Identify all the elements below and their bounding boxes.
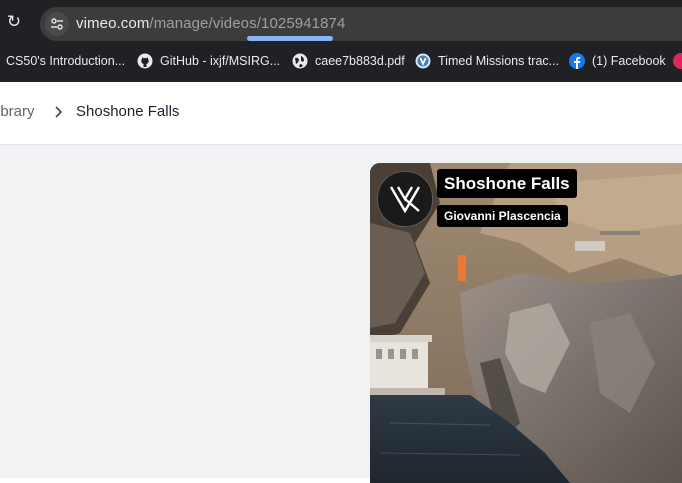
url-text[interactable]: vimeo.com/manage/videos/1025941874 [76,15,345,32]
bookmark-github[interactable]: GitHub - ixjf/MSIRG... [137,46,280,76]
url-path: /manage/videos/ [149,15,261,32]
url-host: vimeo.com [76,15,150,32]
vimeo-page: ibrary Shoshone Falls Shoshone Falls Gio… [0,82,682,483]
chevron-right-icon [52,105,66,119]
breadcrumb-library-link[interactable]: ibrary [0,103,35,120]
github-icon [137,53,153,69]
breadcrumb-current: Shoshone Falls [76,103,180,120]
bookmark-label: GitHub - ixjf/MSIRG... [160,54,281,68]
facebook-icon [569,53,585,69]
bookmark-label: caee7b883d.pdf [315,54,405,68]
browser-chrome: ↻ vimeo.com/manage/videos/1025941874 CS5… [0,0,682,82]
bookmark-label: CS50's Introduction... [6,54,126,68]
content-area: Shoshone Falls Giovanni Plascencia [0,145,682,483]
bookmark-timed-missions[interactable]: Timed Missions trac... [415,46,559,76]
bookmark-label: Timed Missions trac... [438,54,560,68]
channel-logo-icon[interactable] [377,171,433,227]
bookmarks-bar: CS50's Introduction... GitHub - ixjf/MSI… [0,46,682,76]
url-id: 1025941874 [261,15,346,32]
v-logo-icon [415,53,431,69]
video-author[interactable]: Giovanni Plascencia [437,205,568,227]
site-info-icon[interactable] [45,12,69,36]
bookmark-label: (1) Facebook [592,54,666,68]
reload-icon[interactable]: ↻ [4,12,24,32]
bookmark-cs50[interactable]: CS50's Introduction... [6,46,125,76]
breadcrumb: ibrary Shoshone Falls [0,82,682,145]
bookmark-facebook[interactable]: (1) Facebook [569,46,666,76]
bookmark-pdf[interactable]: caee7b883d.pdf [292,46,405,76]
video-player[interactable]: Shoshone Falls Giovanni Plascencia [370,163,682,483]
bookmark-overflow-icon[interactable] [673,53,682,69]
address-bar[interactable]: vimeo.com/manage/videos/1025941874 [40,7,682,41]
url-highlight-bar [247,36,333,41]
video-title[interactable]: Shoshone Falls [437,169,577,198]
globe-icon [292,53,308,69]
